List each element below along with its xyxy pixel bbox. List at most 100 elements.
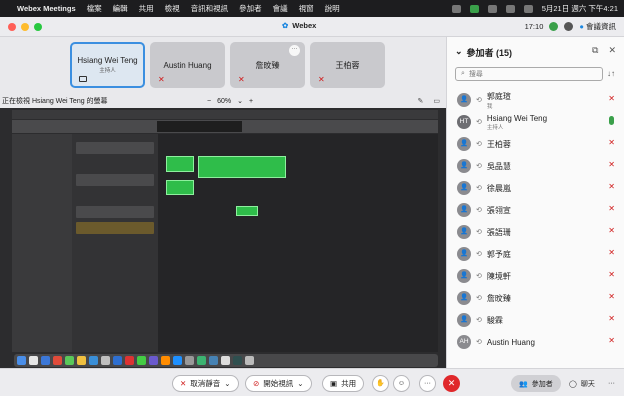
menu-meeting[interactable]: 會議 bbox=[273, 3, 288, 14]
connection-icon: ⟲ bbox=[476, 141, 482, 148]
connection-icon: ⟲ bbox=[476, 295, 482, 302]
muted-icon[interactable]: ✕ bbox=[608, 270, 615, 279]
participant-row[interactable]: 👤 ⟲ 徐晨嵐 ✕ bbox=[447, 177, 624, 199]
zoom-out-button[interactable]: − bbox=[207, 98, 211, 105]
participant-row[interactable]: 👤 ⟲ 王柏蓉 ✕ bbox=[447, 133, 624, 155]
menu-view[interactable]: 檢視 bbox=[165, 3, 180, 14]
wifi-icon[interactable] bbox=[487, 4, 497, 13]
layout-icon[interactable] bbox=[564, 22, 574, 31]
more-options-icon[interactable]: ··· bbox=[289, 45, 300, 56]
chevron-down-icon[interactable]: ⌄ bbox=[297, 379, 303, 388]
connection-icon: ⟲ bbox=[476, 229, 482, 236]
status-icon[interactable] bbox=[451, 4, 461, 13]
app-menu[interactable]: Webex Meetings bbox=[17, 4, 76, 13]
zoom-in-button[interactable]: + bbox=[249, 98, 253, 105]
connection-icon: ⟲ bbox=[476, 317, 482, 324]
menubar-clock[interactable]: 5月21日 週六 下午4:21 bbox=[542, 3, 618, 14]
shared-app-track-headers bbox=[72, 134, 158, 352]
menu-share[interactable]: 共用 bbox=[139, 3, 154, 14]
participant-row[interactable]: 👤 ⟲ 吳品慧 ✕ bbox=[447, 155, 624, 177]
participant-row[interactable]: 👤 ⟲ 郭庭瑄我 ✕ bbox=[447, 89, 624, 111]
participant-row[interactable]: 👤 ⟲ 張翎宣 ✕ bbox=[447, 199, 624, 221]
microphone-active-icon[interactable] bbox=[609, 116, 614, 125]
minimize-window-button[interactable] bbox=[21, 22, 29, 31]
muted-icon[interactable]: ✕ bbox=[608, 314, 615, 323]
shared-app-arrange-area bbox=[158, 134, 438, 352]
participant-row[interactable]: AH ⟲ Austin Huang ✕ bbox=[447, 331, 624, 353]
muted-icon[interactable]: ✕ bbox=[608, 248, 615, 257]
meeting-controls: ✕ 取消靜音 ⌄ ⊘ 開始視訊 ⌄ ▣ 共用 ✋ ☺ ··· ✕ 👥 參加者 ◯… bbox=[0, 368, 624, 396]
participant-row[interactable]: 👤 ⟲ 詹旼臻 ✕ bbox=[447, 287, 624, 309]
zoom-dropdown-icon[interactable]: ⌄ bbox=[237, 97, 243, 105]
leave-meeting-button[interactable]: ✕ bbox=[443, 375, 460, 392]
start-video-button[interactable]: ⊘ 開始視訊 ⌄ bbox=[245, 375, 312, 392]
participants-header[interactable]: ⌄ 參加者 (15) bbox=[455, 46, 512, 59]
muted-icon[interactable]: ✕ bbox=[608, 160, 615, 169]
menu-help[interactable]: 說明 bbox=[325, 3, 340, 14]
connection-icon: ⟲ bbox=[476, 119, 482, 126]
camera-status-icon[interactable] bbox=[469, 4, 479, 13]
participant-search-input[interactable]: ⌕ 搜尋 bbox=[455, 67, 603, 81]
participant-row[interactable]: HT ⟲ Hsiang Wei Teng 主持人 bbox=[447, 111, 624, 133]
menu-participants[interactable]: 參加者 bbox=[239, 3, 262, 14]
participant-row[interactable]: 👤 ⟲ 郭予庭 ✕ bbox=[447, 243, 624, 265]
connection-icon: ⟲ bbox=[476, 251, 482, 258]
more-options-button[interactable]: ··· bbox=[419, 375, 436, 392]
menu-file[interactable]: 檔案 bbox=[87, 3, 102, 14]
window-title: ✿ Webex bbox=[282, 21, 317, 30]
menu-audio-video[interactable]: 音訊和視訊 bbox=[191, 3, 229, 14]
menu-window[interactable]: 視窗 bbox=[299, 3, 314, 14]
unmute-button[interactable]: ✕ 取消靜音 ⌄ bbox=[172, 375, 239, 392]
annotate-icon[interactable]: ✎ bbox=[418, 97, 424, 105]
muted-icon[interactable]: ✕ bbox=[608, 226, 615, 235]
participants-panel-button[interactable]: 👥 參加者 bbox=[511, 375, 561, 392]
share-screen-icon: ▣ bbox=[330, 379, 338, 388]
participant-row[interactable]: 👤 ⟲ 駿霖 ✕ bbox=[447, 309, 624, 331]
shared-app-controlbar bbox=[12, 120, 438, 133]
menu-edit[interactable]: 編輯 bbox=[113, 3, 128, 14]
video-tile[interactable]: 王柏蓉 ✕ bbox=[310, 42, 385, 88]
chevron-down-icon[interactable]: ⌄ bbox=[224, 379, 230, 388]
muted-icon[interactable]: ✕ bbox=[608, 138, 615, 147]
search-icon: ⌕ bbox=[461, 70, 465, 77]
share-viewing-label: 正在檢視 Hsiang Wei Teng 的螢幕 bbox=[2, 98, 108, 105]
close-window-button[interactable] bbox=[8, 22, 16, 31]
participant-row[interactable]: 👤 ⟲ 張語珊 ✕ bbox=[447, 221, 624, 243]
shared-app-inspector bbox=[12, 134, 72, 352]
popout-icon[interactable]: ▭ bbox=[433, 97, 440, 105]
avatar: 👤 bbox=[457, 181, 471, 195]
shared-screen[interactable] bbox=[0, 108, 446, 368]
recording-status-icon[interactable] bbox=[549, 22, 559, 31]
popout-panel-icon[interactable]: ⧉ bbox=[592, 45, 598, 56]
midi-region bbox=[236, 206, 258, 216]
muted-icon[interactable]: ✕ bbox=[608, 336, 615, 345]
zoom-control: − 60% ⌄ + bbox=[207, 97, 253, 106]
meeting-info-button[interactable]: ● 會議資訊 bbox=[579, 21, 616, 32]
battery-icon[interactable] bbox=[505, 4, 515, 13]
video-tile[interactable]: Hsiang Wei Teng 主持人 bbox=[70, 42, 145, 88]
close-panel-icon[interactable]: ✕ bbox=[608, 45, 616, 56]
sort-icon[interactable]: ↓↑ bbox=[607, 69, 615, 78]
muted-icon[interactable]: ✕ bbox=[608, 204, 615, 213]
video-tile[interactable]: ··· 詹旼臻 ✕ bbox=[230, 42, 305, 88]
participants-icon: 👥 bbox=[519, 380, 528, 388]
avatar: AH bbox=[457, 335, 471, 349]
chat-panel-button[interactable]: ◯ 聊天 bbox=[561, 375, 603, 392]
avatar: 👤 bbox=[457, 203, 471, 217]
search-icon[interactable] bbox=[523, 4, 533, 13]
participant-row[interactable]: 👤 ⟲ 陳境軒 ✕ bbox=[447, 265, 624, 287]
raise-hand-button[interactable]: ✋ bbox=[372, 375, 389, 392]
muted-icon[interactable]: ✕ bbox=[608, 182, 615, 191]
meeting-time: 17:10 bbox=[524, 22, 544, 31]
shared-dock bbox=[14, 354, 438, 367]
collapse-chevron-icon[interactable]: ⌄ bbox=[455, 46, 463, 59]
muted-icon[interactable]: ✕ bbox=[608, 292, 615, 301]
muted-icon[interactable]: ✕ bbox=[608, 94, 615, 103]
share-button[interactable]: ▣ 共用 bbox=[322, 375, 365, 392]
zoom-window-button[interactable] bbox=[34, 22, 42, 31]
zoom-level[interactable]: 60% bbox=[217, 98, 231, 105]
share-viewer-bar: 正在檢視 Hsiang Wei Teng 的螢幕 − 60% ⌄ + ✎ ▭ bbox=[2, 95, 444, 107]
more-panels-button[interactable]: ··· bbox=[600, 375, 623, 392]
reactions-button[interactable]: ☺ bbox=[393, 375, 410, 392]
video-tile[interactable]: Austin Huang ✕ bbox=[150, 42, 225, 88]
